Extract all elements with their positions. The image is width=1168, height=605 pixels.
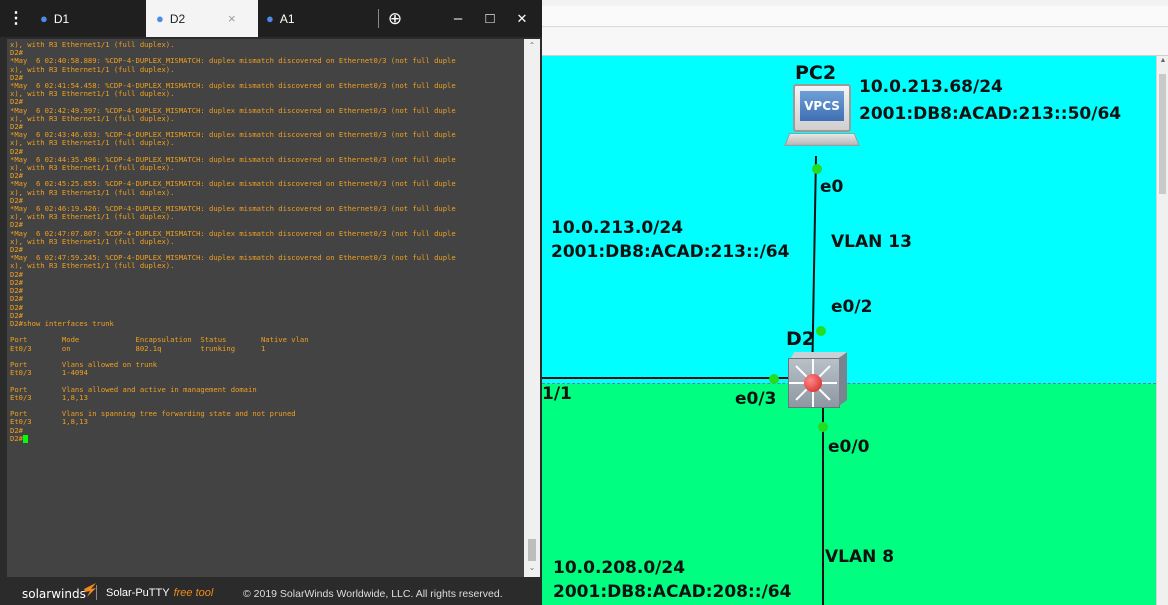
terminal-line: D2# — [10, 425, 23, 435]
close-button[interactable]: ✕ — [510, 0, 534, 37]
vpcs-screen-label: VPCS — [800, 91, 844, 121]
vlan13-ipv6: 2001:DB8:ACAD:213::/64 — [551, 242, 790, 262]
terminal-output[interactable]: x), with R3 Ethernet1/1 (full duplex). D2… — [7, 39, 524, 577]
new-tab-icon[interactable]: ⊕ — [383, 0, 407, 37]
scroll-down-icon[interactable]: ⌄ — [526, 563, 538, 572]
tab-divider — [378, 9, 379, 28]
putty-window: ⋮ ● D1 ● D2 × ● A1 ⊕ – □ ✕ x), with R3 Ethe… — [0, 0, 542, 605]
pc2-node[interactable]: VPCS — [784, 84, 860, 158]
d2-port-e0-3: e0/3 — [735, 389, 777, 409]
solarwinds-logo: solarwinds — [22, 587, 86, 601]
switch-core-icon — [804, 374, 822, 392]
scroll-up-icon[interactable]: ▲ — [1158, 56, 1168, 66]
link-status-pc2-e0 — [812, 164, 822, 174]
scroll-up-icon[interactable]: ⌃ — [526, 41, 538, 50]
terminal-line: x), with R3 Ethernet1/1 (full duplex). — [10, 89, 175, 99]
terminal-line: x), with R3 Ethernet1/1 (full duplex). — [10, 138, 175, 148]
pc2-port-label: e0 — [820, 177, 844, 197]
pc2-ipv6: 2001:DB8:ACAD:213::50/64 — [859, 104, 1122, 124]
pc-keyboard-icon — [784, 133, 860, 146]
pc2-ipv4: 10.0.213.68/24 — [859, 77, 1003, 97]
tab-d2[interactable]: ● D2 × — [146, 0, 258, 37]
putty-tab-bar: ⋮ ● D1 ● D2 × ● A1 ⊕ – □ ✕ — [0, 0, 542, 37]
terminal-scrollbar[interactable]: ⌃ ⌄ — [524, 39, 540, 577]
switch-side — [839, 352, 847, 406]
terminal-line: Et0/3 on 802.1q trunking 1 — [10, 343, 266, 353]
vlan8-ipv4: 10.0.208.0/24 — [553, 558, 686, 578]
terminal-line: D2# — [10, 286, 23, 296]
link-d2-r3[interactable] — [542, 377, 794, 379]
putty-footer: solarwinds Solar-PuTTY free tool © 2019 S… — [0, 580, 542, 605]
terminal-line: x), with R3 Ethernet1/1 (full duplex). — [10, 187, 175, 197]
product-label: Solar-PuTTY — [106, 587, 170, 599]
zone-divider — [542, 383, 1156, 384]
terminal-line: x), with R3 Ethernet1/1 (full duplex). — [10, 236, 175, 246]
terminal-line: Et0/3 1,8,13 — [10, 392, 88, 402]
r3-port-label: 1/1 — [542, 384, 572, 404]
d2-port-e0-2: e0/2 — [831, 297, 873, 317]
session-dot-icon: ● — [266, 11, 274, 26]
product-name: Solar-PuTTY free tool — [106, 587, 213, 599]
tab-a1[interactable]: ● A1 — [266, 0, 366, 37]
link-status-d2-e0-3 — [769, 374, 779, 384]
maximize-button[interactable]: □ — [478, 0, 502, 37]
solarwinds-flame-icon — [84, 583, 96, 597]
terminal-line: D2# — [10, 277, 23, 287]
copyright-text: © 2019 SolarWinds Worldwide, LLC. All ri… — [243, 588, 503, 600]
topology-canvas[interactable]: PC2 VPCS 10.0.213.68/24 2001:DB8:ACAD:21… — [542, 56, 1156, 605]
terminal-line: x), with R3 Ethernet1/1 (full duplex). — [10, 261, 175, 271]
pc2-name: PC2 — [795, 62, 837, 84]
terminal-lines: x), with R3 Ethernet1/1 (full duplex). D2… — [10, 40, 524, 443]
d2-port-e0-0: e0/0 — [828, 437, 870, 457]
link-status-d2-e0-0 — [818, 422, 828, 432]
terminal-line: x), with R3 Ethernet1/1 (full duplex). — [10, 113, 175, 123]
session-dot-icon: ● — [40, 11, 48, 26]
canvas-scroll-thumb[interactable] — [1159, 74, 1166, 194]
vlan8-label: VLAN 8 — [825, 547, 895, 567]
terminal-line: x), with R3 Ethernet1/1 (full duplex). — [10, 40, 175, 49]
terminal-line: x), with R3 Ethernet1/1 (full duplex). — [10, 64, 175, 74]
tab-d2-label: D2 — [169, 12, 186, 26]
tab-d1[interactable]: ● D1 — [40, 0, 146, 37]
link-d2-down[interactable] — [822, 408, 824, 605]
terminal-line: x), with R3 Ethernet1/1 (full duplex). — [10, 212, 175, 222]
terminal-line: Et0/3 1,8,13 — [10, 417, 88, 427]
link-status-d2-e0-2 — [816, 326, 826, 336]
canvas-vertical-scrollbar[interactable]: ▲ — [1156, 56, 1168, 605]
footer-divider — [96, 585, 97, 600]
tab-close-icon[interactable]: × — [228, 0, 236, 37]
free-tool-label: free tool — [173, 587, 214, 599]
terminal-cursor — [22, 434, 28, 443]
terminal-line: D2# — [10, 434, 524, 443]
terminal-line: D2# — [10, 294, 23, 304]
topology-toolbar-area — [542, 0, 1168, 56]
topology-tab-strip — [542, 6, 1168, 27]
session-dot-icon: ● — [156, 11, 164, 26]
terminal-scroll-thumb[interactable] — [528, 539, 536, 561]
vlan13-label: VLAN 13 — [831, 232, 912, 252]
minimize-button[interactable]: – — [446, 0, 470, 37]
terminal-line: D2# — [10, 302, 23, 312]
pc-monitor-icon: VPCS — [793, 84, 851, 132]
tab-a1-label: A1 — [279, 12, 295, 26]
vlan8-ipv6: 2001:DB8:ACAD:208::/64 — [553, 582, 792, 602]
d2-switch-node[interactable] — [788, 352, 848, 410]
terminal-line: x), with R3 Ethernet1/1 (full duplex). — [10, 163, 175, 173]
d2-name: D2 — [786, 328, 815, 350]
terminal-line: D2#show interfaces trunk — [10, 318, 114, 328]
vlan13-ipv4: 10.0.213.0/24 — [551, 218, 684, 238]
terminal-line: D2# — [10, 269, 23, 279]
tab-d1-label: D1 — [53, 12, 70, 26]
menu-icon[interactable]: ⋮ — [8, 0, 24, 37]
terminal-line: Et0/3 1-4094 — [10, 368, 88, 378]
topology-toolbar — [542, 28, 1168, 56]
